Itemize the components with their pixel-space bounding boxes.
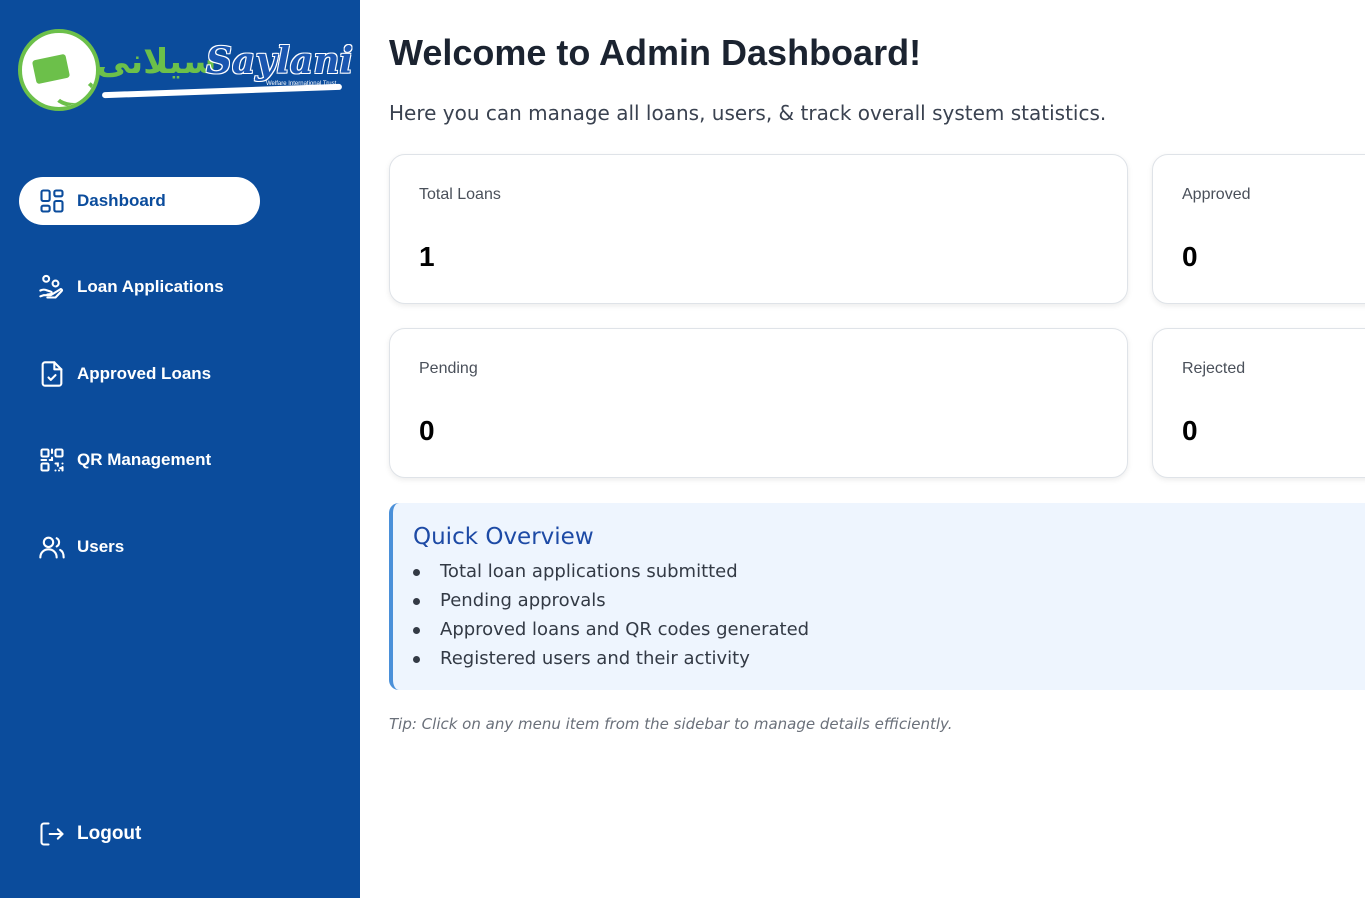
dashboard-grid-icon <box>38 187 66 215</box>
quick-overview-panel: Quick Overview Total loan applications s… <box>389 503 1365 690</box>
logo-wordmark: سیلانی Saylani Welfare International Tru… <box>96 34 353 104</box>
stat-label: Approved <box>1182 186 1251 203</box>
sidebar: سیلانی Saylani Welfare International Tru… <box>0 0 360 898</box>
list-item: Approved loans and QR codes generated <box>413 617 809 646</box>
sidebar-item-qr-management[interactable]: QR Management <box>19 436 260 484</box>
tip-text: Tip: Click on any menu item from the sid… <box>389 715 953 733</box>
stat-value: 0 <box>419 415 435 446</box>
sidebar-item-label: QR Management <box>77 450 212 469</box>
logo-emblem-icon <box>18 29 100 111</box>
main-content: Welcome to Admin Dashboard! Here you can… <box>360 0 1365 898</box>
stat-card-approved: Approved 0 <box>1152 154 1365 304</box>
sidebar-item-label: Approved Loans <box>77 364 212 383</box>
logo-tagline: Welfare International Trust <box>266 81 337 87</box>
page-subtitle: Here you can manage all loans, users, & … <box>389 101 1107 125</box>
stat-label: Pending <box>419 360 478 377</box>
file-check-icon <box>38 360 66 388</box>
sidebar-item-users[interactable]: Users <box>19 523 260 571</box>
stat-card-pending: Pending 0 <box>389 328 1128 478</box>
sidebar-item-label: Dashboard <box>77 191 166 210</box>
logo-urdu-text: سیلانی <box>96 42 217 82</box>
stat-card-total-loans: Total Loans 1 <box>389 154 1128 304</box>
stat-label: Rejected <box>1182 360 1246 377</box>
list-item: Registered users and their activity <box>413 646 809 675</box>
sidebar-item-label: Users <box>77 537 125 556</box>
logout-button[interactable]: Logout <box>19 810 260 858</box>
logo-latin-text: Saylani <box>206 40 354 82</box>
list-item: Pending approvals <box>413 588 809 617</box>
hand-coins-icon <box>38 273 66 301</box>
stat-value: 0 <box>1182 241 1198 272</box>
sidebar-item-approved-loans[interactable]: Approved Loans <box>19 350 260 398</box>
page-title: Welcome to Admin Dashboard! <box>389 32 922 73</box>
qr-code-icon <box>38 446 66 474</box>
quick-overview-list: Total loan applications submitted Pendin… <box>413 559 809 675</box>
sidebar-item-label: Loan Applications <box>77 277 224 296</box>
stat-value: 0 <box>1182 415 1198 446</box>
quick-overview-heading: Quick Overview <box>413 524 594 550</box>
logout-icon <box>38 820 66 848</box>
logout-label: Logout <box>77 823 142 844</box>
stat-card-rejected: Rejected 0 <box>1152 328 1365 478</box>
app-root: سیلانی Saylani Welfare International Tru… <box>0 0 1365 898</box>
sidebar-item-loan-applications[interactable]: Loan Applications <box>19 263 260 311</box>
sidebar-item-dashboard[interactable]: Dashboard <box>19 177 260 225</box>
saylani-logo[interactable]: سیلانی Saylani Welfare International Tru… <box>18 26 353 116</box>
stat-label: Total Loans <box>419 186 501 203</box>
users-icon <box>38 533 66 561</box>
stat-value: 1 <box>419 241 435 272</box>
list-item: Total loan applications submitted <box>413 559 809 588</box>
